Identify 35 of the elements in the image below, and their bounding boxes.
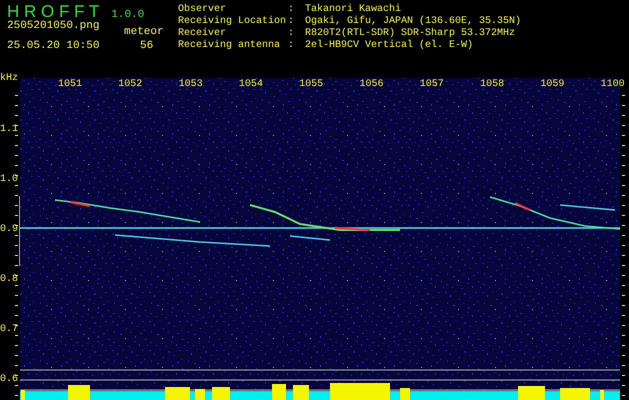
info-separator: : bbox=[288, 28, 296, 40]
axis-label: 1055 bbox=[299, 79, 324, 91]
info-label: Receiver bbox=[178, 28, 228, 40]
axis-label: 1051 bbox=[58, 79, 82, 91]
count-label: meteor bbox=[124, 25, 164, 39]
axis-label: 1056 bbox=[360, 79, 384, 91]
info-label: Receiving Location bbox=[178, 16, 288, 28]
axis-label: 0.6 bbox=[0, 374, 18, 386]
info-value: 2el-HB9CV Vertical (el. E-W) bbox=[305, 40, 474, 52]
axis-label: 1100 bbox=[600, 79, 625, 91]
axis-label: 1059 bbox=[540, 79, 564, 91]
info-value: Ogaki, Gifu, JAPAN (136.60E, 35.35N) bbox=[305, 16, 522, 28]
info-value: R820T2(RTL-SDR) SDR-Sharp 53.372MHz bbox=[305, 28, 516, 40]
info-separator: : bbox=[288, 40, 296, 52]
axis-label: 1.0 bbox=[0, 174, 18, 186]
version-label: 1.0.0 bbox=[111, 8, 144, 22]
info-label: Receiving antenna bbox=[178, 40, 282, 52]
axis-label: 1058 bbox=[480, 79, 504, 91]
axis-label: 0.7 bbox=[0, 324, 18, 336]
axis-unit: kHz bbox=[0, 73, 18, 85]
axis-label: 1052 bbox=[118, 79, 142, 91]
axis-label: 1053 bbox=[178, 79, 203, 91]
axis-label: 1057 bbox=[420, 79, 444, 91]
axis-label: 0.8 bbox=[0, 274, 18, 286]
file-name: 2505201050.png bbox=[7, 19, 100, 33]
count-value: 56 bbox=[140, 39, 154, 53]
info-value: Takanori Kawachi bbox=[305, 4, 402, 16]
axis-label: 1054 bbox=[238, 79, 263, 91]
timestamp: 25.05.20 10:50 bbox=[7, 39, 100, 53]
app-title: H R O F F T bbox=[7, 2, 100, 21]
axis-label: 0.9 bbox=[0, 224, 18, 236]
info-separator: : bbox=[288, 16, 296, 28]
info-label: Observer bbox=[178, 4, 228, 16]
axis-label: 1.1 bbox=[0, 124, 18, 136]
info-separator: : bbox=[288, 4, 296, 16]
